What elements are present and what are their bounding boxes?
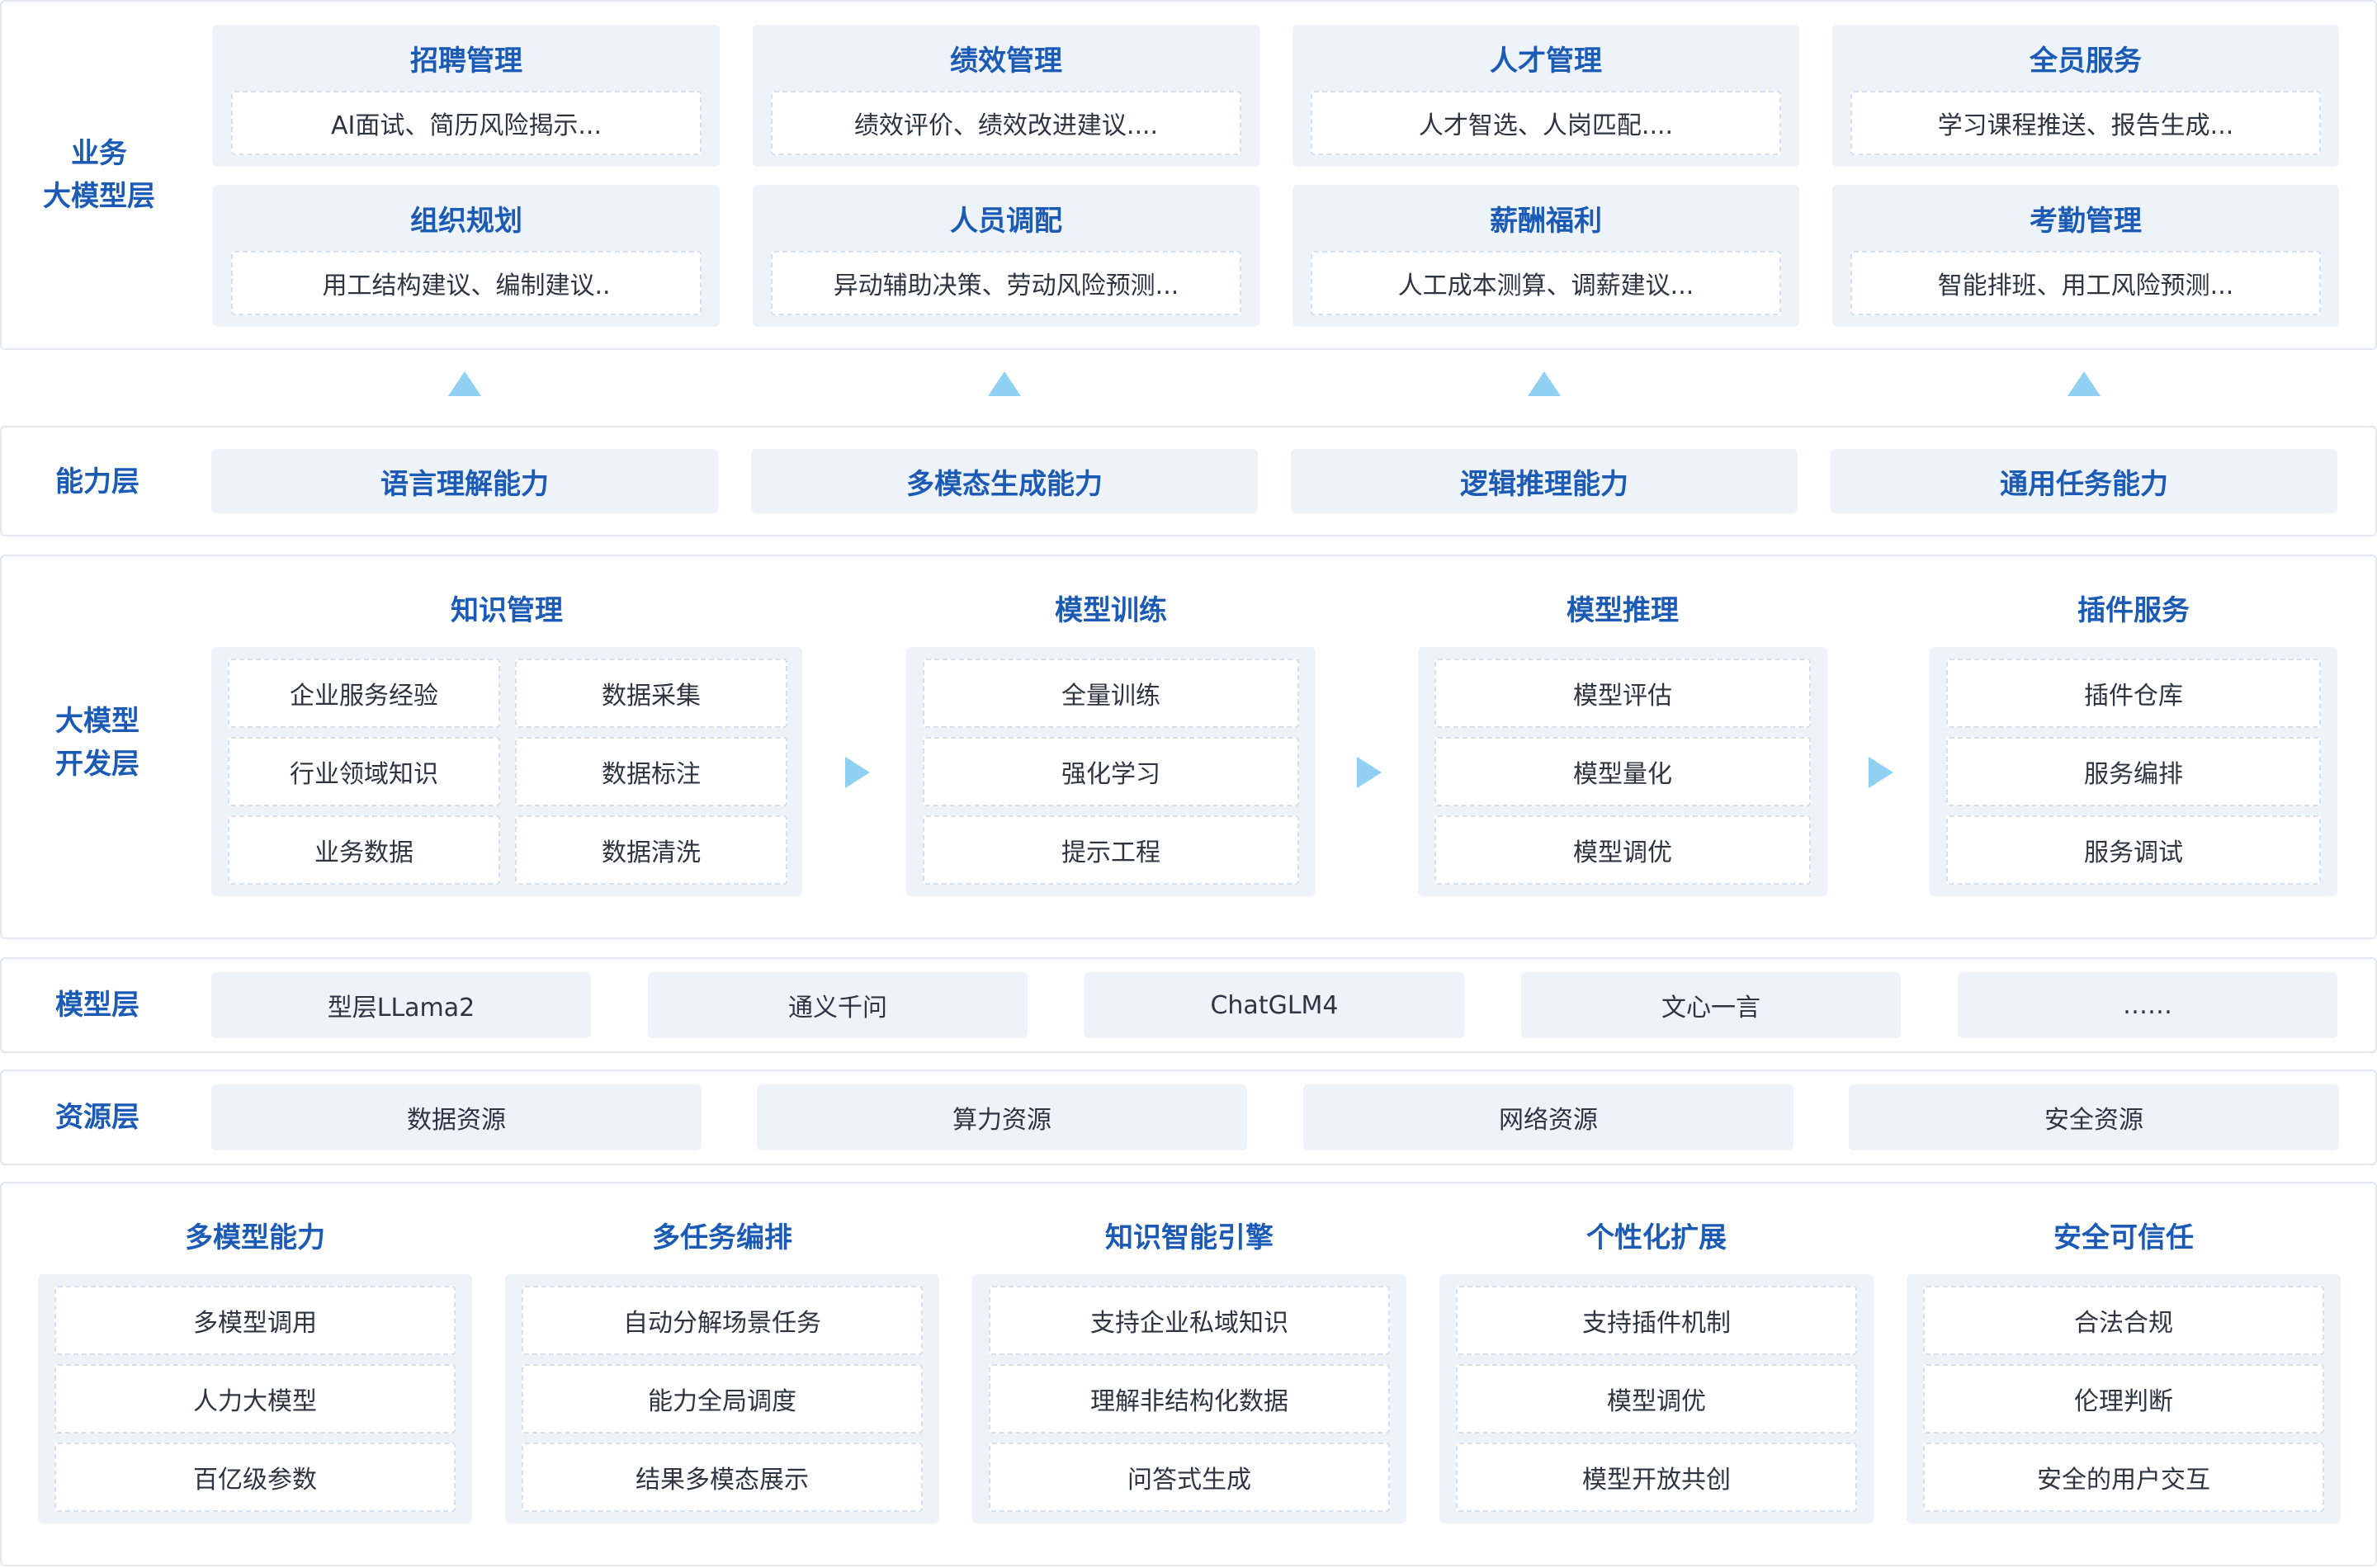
business-card-title: 考勤管理 <box>2030 205 2142 238</box>
capability-item[interactable]: 语言理解能力 <box>211 449 718 513</box>
capability-layer-label: 能力层 <box>55 465 139 498</box>
business-card-desc: 智能排班、用工风险预测... <box>1850 251 2321 315</box>
knowledge-title: 知识管理 <box>451 594 563 627</box>
feature-item[interactable]: 模型调优 <box>1456 1364 1857 1433</box>
feature-item[interactable]: 自动分解场景任务 <box>522 1286 923 1355</box>
arrow-right-icon <box>845 757 870 788</box>
feature-title: 安全可信任 <box>2053 1221 2194 1254</box>
model-layer-label: 模型层 <box>55 989 139 1022</box>
inference-item[interactable]: 模型评估 <box>1434 659 1811 728</box>
dev-layer-label: 大模型 开发层 <box>55 705 139 781</box>
feature-item[interactable]: 合法合规 <box>1923 1286 2324 1355</box>
business-card[interactable]: 薪酬福利 人工成本测算、调薪建议... <box>1292 185 1799 327</box>
resource-layer-label: 资源层 <box>55 1101 139 1134</box>
plugin-item[interactable]: 服务编排 <box>1946 737 2321 806</box>
feature-item[interactable]: 问答式生成 <box>989 1443 1390 1512</box>
feature-item[interactable]: 安全的用户交互 <box>1923 1443 2324 1512</box>
feature-item[interactable]: 支持企业私域知识 <box>989 1286 1390 1355</box>
training-title: 模型训练 <box>1055 594 1167 627</box>
knowledge-item[interactable]: 业务数据 <box>228 815 500 885</box>
model-item[interactable]: 型层LLama2 <box>211 972 591 1038</box>
business-layer-label: 业务 大模型层 <box>43 137 155 213</box>
feature-item[interactable]: 支持插件机制 <box>1456 1286 1857 1355</box>
inference-item[interactable]: 模型量化 <box>1434 737 1811 806</box>
business-card-desc: 人工成本测算、调薪建议... <box>1311 251 1781 315</box>
capability-item[interactable]: 逻辑推理能力 <box>1291 449 1798 513</box>
business-card-desc: 绩效评价、绩效改进建议.... <box>771 91 1241 155</box>
training-item[interactable]: 全量训练 <box>923 659 1299 728</box>
business-card[interactable]: 考勤管理 智能排班、用工风险预测... <box>1832 185 2339 327</box>
knowledge-item[interactable]: 数据标注 <box>515 737 787 806</box>
plugin-item[interactable]: 插件仓库 <box>1946 659 2321 728</box>
inference-title: 模型推理 <box>1567 594 1679 627</box>
model-item[interactable]: 文心一言 <box>1521 972 1901 1038</box>
knowledge-item[interactable]: 企业服务经验 <box>228 659 500 728</box>
feature-item[interactable]: 理解非结构化数据 <box>989 1364 1390 1433</box>
business-card-title: 人员调配 <box>950 205 1062 238</box>
business-card-title: 人才管理 <box>1490 45 1602 78</box>
knowledge-item[interactable]: 数据采集 <box>515 659 787 728</box>
business-card[interactable]: 绩效管理 绩效评价、绩效改进建议.... <box>753 25 1259 167</box>
inference-item[interactable]: 模型调优 <box>1434 815 1811 885</box>
knowledge-item[interactable]: 数据清洗 <box>515 815 787 885</box>
resource-item[interactable]: 安全资源 <box>1849 1084 2339 1150</box>
business-card-title: 薪酬福利 <box>1490 205 1602 238</box>
business-card-desc: 学习课程推送、报告生成... <box>1850 91 2321 155</box>
business-card[interactable]: 全员服务 学习课程推送、报告生成... <box>1832 25 2339 167</box>
business-card-title: 绩效管理 <box>950 45 1062 78</box>
plugin-title: 插件服务 <box>2077 594 2190 627</box>
business-card[interactable]: 人员调配 异动辅助决策、劳动风险预测... <box>753 185 1259 327</box>
training-item[interactable]: 提示工程 <box>923 815 1299 885</box>
business-card-desc: AI面试、简历风险揭示... <box>231 91 702 155</box>
feature-item[interactable]: 能力全局调度 <box>522 1364 923 1433</box>
model-item[interactable]: 通义千问 <box>648 972 1028 1038</box>
business-card-desc: 异动辅助决策、劳动风险预测... <box>771 251 1241 315</box>
feature-item[interactable]: 多模型调用 <box>54 1286 456 1355</box>
arrow-up-icon <box>1528 371 1561 396</box>
feature-title: 知识智能引擎 <box>1105 1221 1274 1254</box>
arrow-right-icon <box>1869 757 1893 788</box>
knowledge-item[interactable]: 行业领域知识 <box>228 737 500 806</box>
resource-item[interactable]: 网络资源 <box>1303 1084 1793 1150</box>
training-item[interactable]: 强化学习 <box>923 737 1299 806</box>
feature-item[interactable]: 百亿级参数 <box>54 1443 456 1512</box>
feature-title: 多任务编排 <box>652 1221 792 1254</box>
business-card[interactable]: 组织规划 用工结构建议、编制建议.. <box>213 185 720 327</box>
capability-item[interactable]: 多模态生成能力 <box>751 449 1258 513</box>
model-item[interactable]: ChatGLM4 <box>1085 972 1464 1038</box>
feature-item[interactable]: 结果多模态展示 <box>522 1443 923 1512</box>
arrow-right-icon <box>1357 757 1382 788</box>
feature-title: 个性化扩展 <box>1586 1221 1727 1254</box>
arrow-up-icon <box>448 371 481 396</box>
business-card-desc: 人才智选、人岗匹配.... <box>1311 91 1781 155</box>
arrow-up-icon <box>988 371 1021 396</box>
resource-item[interactable]: 算力资源 <box>757 1084 1247 1150</box>
business-layer-panel: 业务 大模型层 招聘管理 AI面试、简历风险揭示... 绩效管理 绩效评价、绩效… <box>0 0 2377 350</box>
feature-item[interactable]: 人力大模型 <box>54 1364 456 1433</box>
model-item[interactable]: …… <box>1958 972 2337 1038</box>
business-card[interactable]: 人才管理 人才智选、人岗匹配.... <box>1292 25 1799 167</box>
feature-title: 多模型能力 <box>185 1221 325 1254</box>
business-card-title: 招聘管理 <box>410 45 522 78</box>
resource-item[interactable]: 数据资源 <box>211 1084 702 1150</box>
business-card-title: 全员服务 <box>2030 45 2142 78</box>
feature-item[interactable]: 伦理判断 <box>1923 1364 2324 1433</box>
plugin-item[interactable]: 服务调试 <box>1946 815 2321 885</box>
business-card-title: 组织规划 <box>410 205 522 238</box>
capability-item[interactable]: 通用任务能力 <box>1831 449 2337 513</box>
arrow-up-icon <box>2067 371 2101 396</box>
business-card-desc: 用工结构建议、编制建议.. <box>231 251 702 315</box>
business-card[interactable]: 招聘管理 AI面试、简历风险揭示... <box>213 25 720 167</box>
feature-item[interactable]: 模型开放共创 <box>1456 1443 1857 1512</box>
